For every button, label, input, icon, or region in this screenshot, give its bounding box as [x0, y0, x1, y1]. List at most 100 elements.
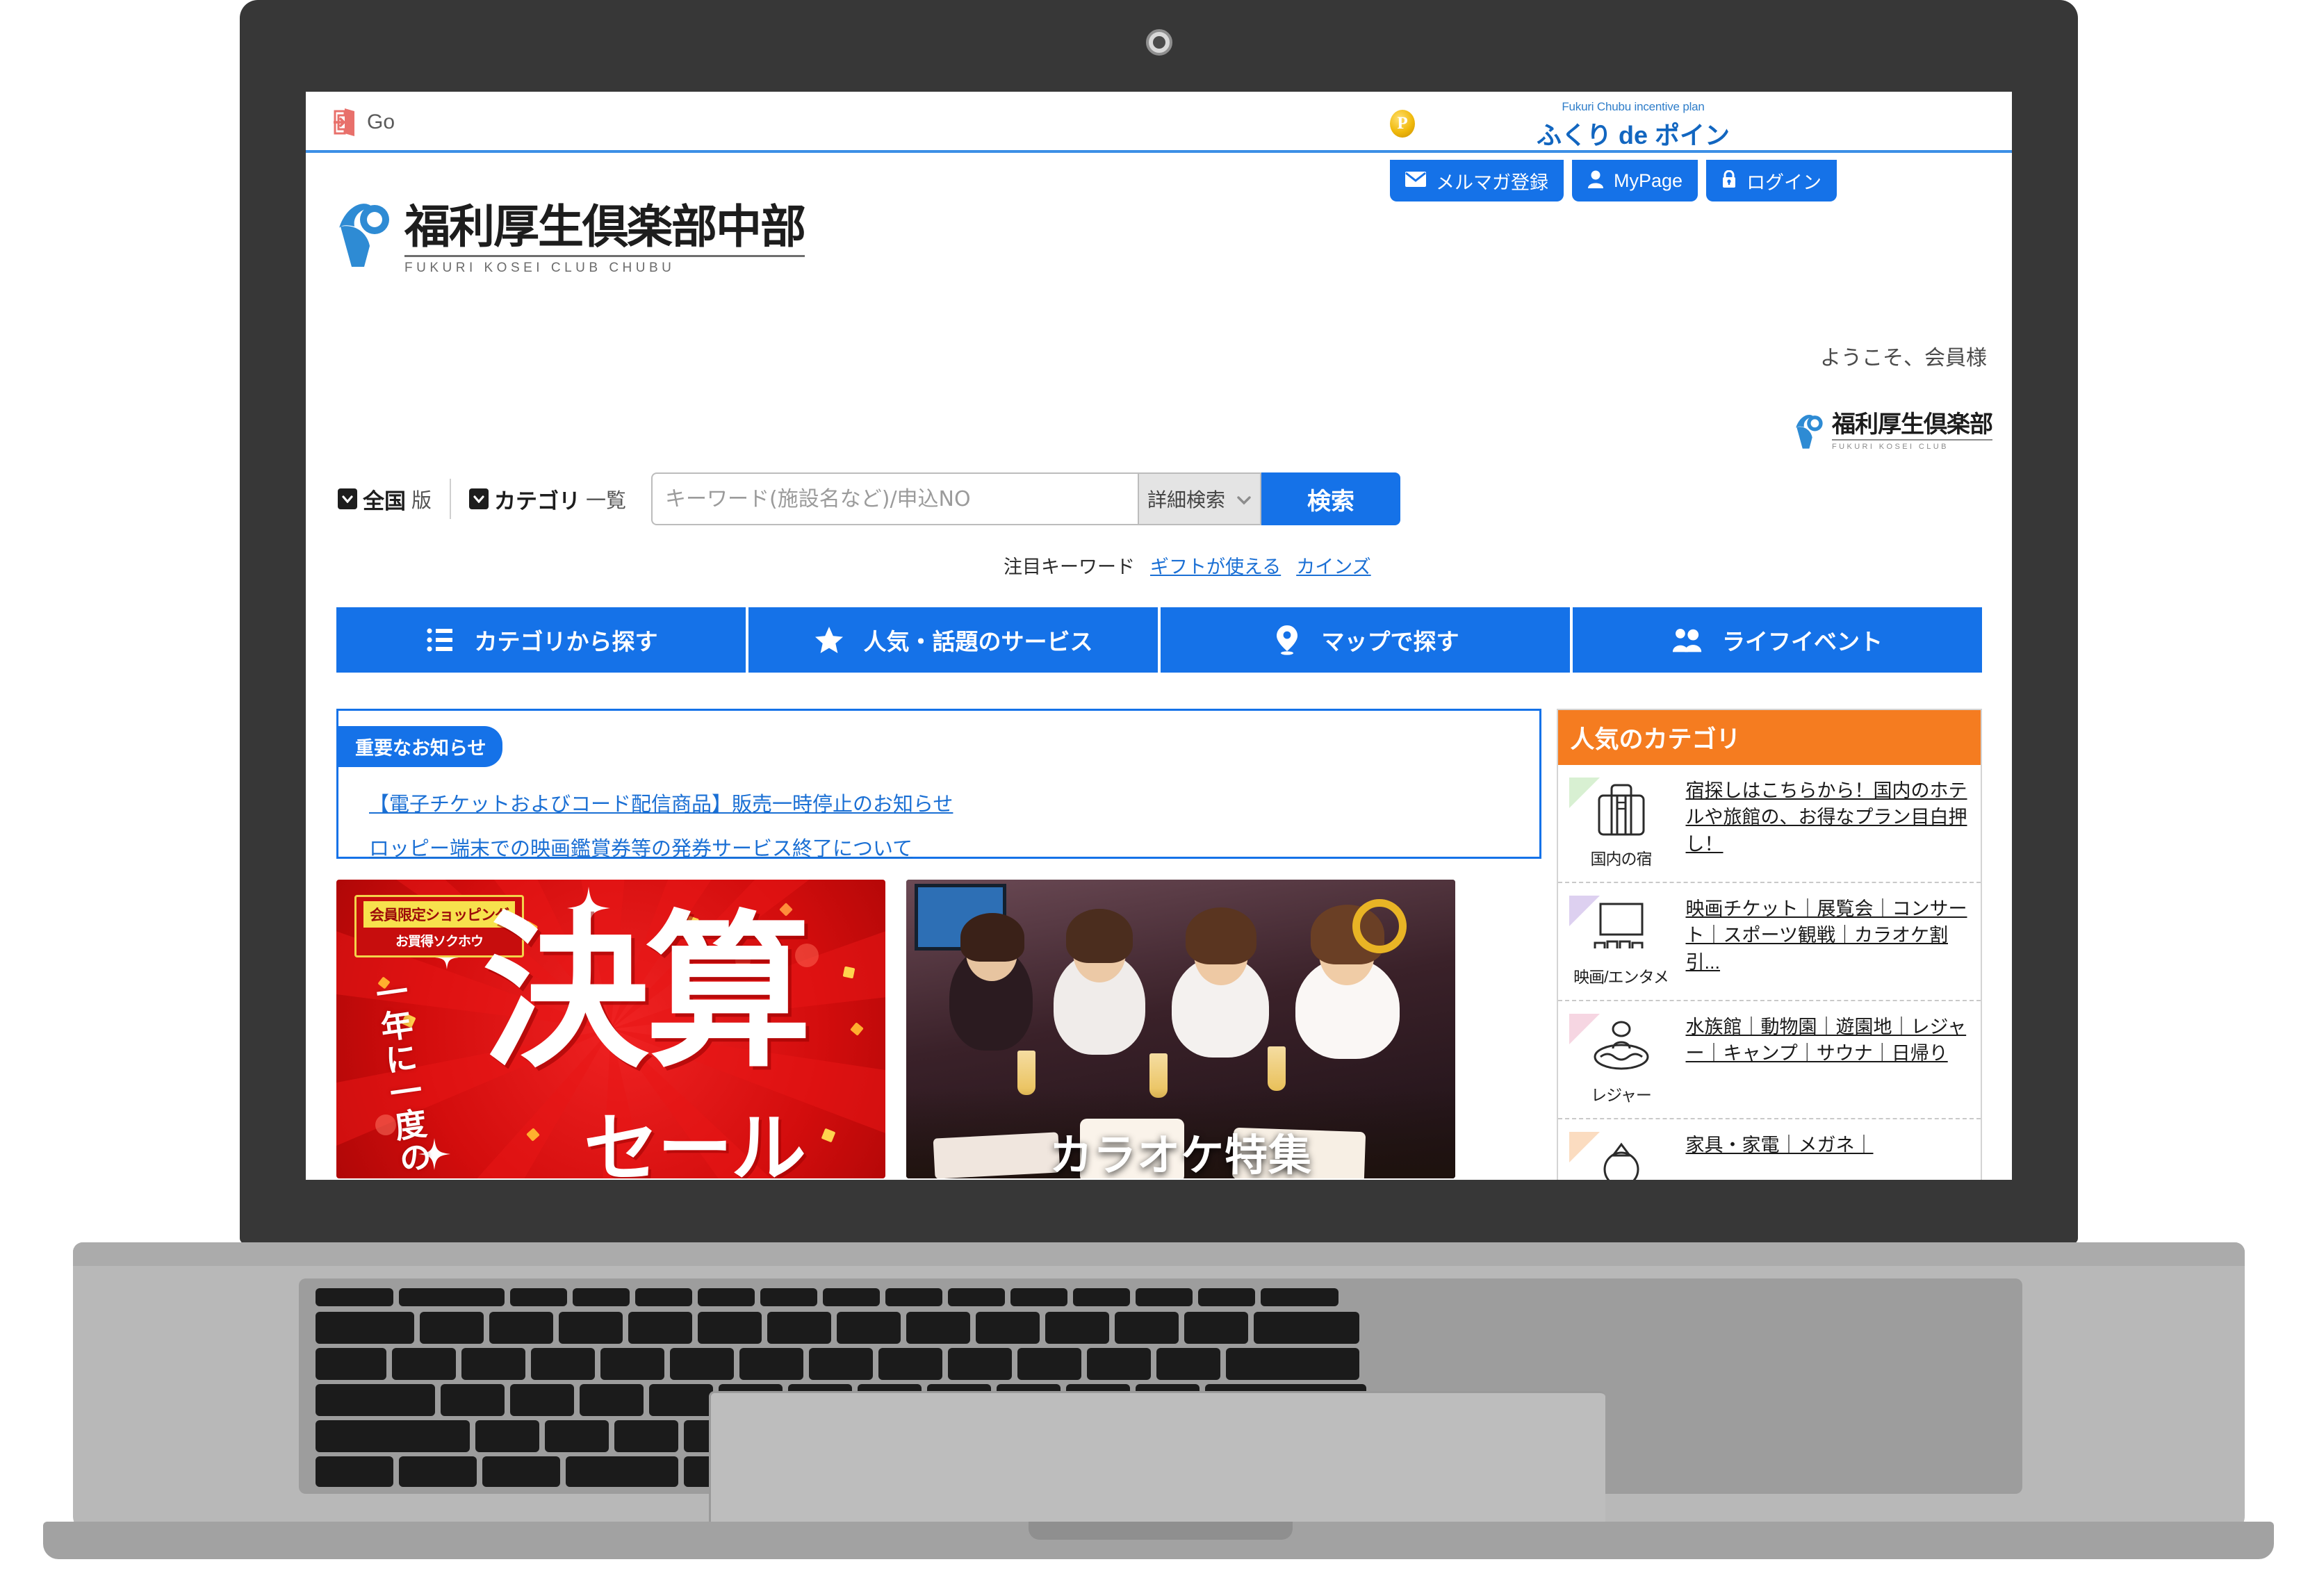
- keyboard-key: [823, 1288, 880, 1306]
- category-item-leisure[interactable]: レジャー 水族館｜動物園｜遊園地｜レジャー｜キャンプ｜サウナ｜日帰り: [1557, 1001, 1981, 1119]
- keyboard-key: [767, 1312, 831, 1344]
- keyboard-key: [1261, 1288, 1338, 1306]
- sub-logo-jp: 福利厚生倶楽部: [1832, 411, 1993, 438]
- point-coin-icon: P: [1390, 110, 1415, 138]
- tambourine-icon: [1352, 899, 1407, 953]
- point-logo-subtitle: Fukuri Chubu incentive plan: [1562, 100, 1705, 113]
- important-notice-badge: 重要なお知らせ: [338, 726, 503, 767]
- keyboard-key: [1045, 1312, 1109, 1344]
- site-logo-text: 福利厚生倶楽部中部 FUKURI KOSEI CLUB CHUBU: [404, 200, 806, 276]
- header-buttons: メルマガ登録 MyPage ログイン: [1390, 160, 1837, 201]
- nav-item-category[interactable]: カテゴリから探す: [336, 607, 746, 673]
- mypage-button[interactable]: MyPage: [1572, 160, 1698, 201]
- trackpad[interactable]: [709, 1391, 1605, 1537]
- keyboard-key: [670, 1348, 734, 1380]
- keyboard-key: [1136, 1288, 1193, 1306]
- sub-logo-text: 福利厚生倶楽部 FUKURI KOSEI CLUB: [1832, 411, 1993, 451]
- keyboard-key: [475, 1420, 539, 1452]
- category-item-text: 家具・家電｜メガネ｜: [1685, 1135, 1874, 1155]
- keyboard-key: [698, 1288, 755, 1306]
- search-input[interactable]: [651, 472, 1138, 525]
- laptop-front-notch: [1029, 1522, 1293, 1540]
- nav-item-life-event[interactable]: ライフイベント: [1573, 607, 1982, 673]
- keyboard-key: [316, 1456, 393, 1487]
- chevron-down-icon: [1236, 488, 1252, 510]
- keyboard-key: [948, 1288, 1005, 1306]
- detail-search-select[interactable]: 詳細検索: [1138, 472, 1262, 525]
- keyboard-key: [628, 1312, 692, 1344]
- people-icon: [1672, 625, 1703, 655]
- category-item-movie-entertainment[interactable]: 映画/エンタメ 映画チケット｜展覧会｜コンサート｜スポーツ観戦｜カラオケ割引..…: [1557, 883, 1981, 1001]
- karaoke-person-hair: [960, 913, 1024, 962]
- welcome-message: ようこそ、会員様: [1820, 347, 1987, 370]
- go-link[interactable]: Go: [329, 107, 395, 138]
- site-logo[interactable]: 福利厚生倶楽部中部 FUKURI KOSEI CLUB CHUBU: [336, 200, 806, 276]
- keyword-link-gift[interactable]: ギフトが使える: [1150, 552, 1281, 579]
- right-column: 人気のカテゴリ 国内の宿 宿探しはこちらから！国内のホテルや旅館の、お得なプラン…: [1556, 709, 1982, 1180]
- category-item-shopping[interactable]: ショッピング 家具・家電｜メガネ｜: [1558, 1119, 1981, 1180]
- karaoke-person-hair: [1066, 909, 1133, 963]
- keyboard-key: [837, 1312, 901, 1344]
- search-submit-button[interactable]: 検索: [1261, 472, 1401, 525]
- left-column: 重要なお知らせ 【電子チケットおよびコード配信商品】販売一時停止のお知らせ ロッ…: [336, 709, 1541, 1180]
- keyboard-key: [1184, 1312, 1248, 1344]
- detail-search-label: 詳細検索: [1147, 489, 1226, 511]
- popular-categories-panel: 人気のカテゴリ 国内の宿 宿探しはこちらから！国内のホテルや旅館の、お得なプラン…: [1556, 709, 1982, 1180]
- keyboard-key: [1156, 1348, 1220, 1380]
- login-button[interactable]: ログイン: [1706, 160, 1837, 201]
- site-logo-en: FUKURI KOSEI CLUB CHUBU: [404, 261, 676, 275]
- region-filter-dropdown[interactable]: 全国版: [338, 484, 432, 515]
- exit-door-icon: [329, 107, 357, 138]
- keyboard-key: [399, 1288, 505, 1306]
- go-label: Go: [367, 110, 395, 133]
- mail-icon: [1405, 171, 1426, 190]
- keyboard-key: [649, 1384, 713, 1416]
- mail-magazine-button[interactable]: メルマガ登録: [1390, 160, 1564, 201]
- category-icon-label: レジャー: [1591, 1086, 1652, 1104]
- notice-link-2[interactable]: ロッピー端末での映画鑑賞券等の発券サービス終了について: [369, 832, 912, 862]
- keyboard-key: [1254, 1312, 1359, 1344]
- keyboard-key: [1198, 1288, 1255, 1306]
- nav-item-life-event-label: ライフイベント: [1722, 629, 1883, 655]
- nav-item-popular-label: 人気・話題のサービス: [863, 629, 1093, 655]
- lock-icon: [1721, 170, 1737, 192]
- fukuri-person-mark-icon: [336, 200, 396, 267]
- search-row: 全国版 カテゴリ一覧 詳細検索: [306, 472, 2012, 525]
- important-notice-box: 重要なお知らせ 【電子チケットおよびコード配信商品】販売一時停止のお知らせ ロッ…: [336, 709, 1541, 862]
- nav-item-map[interactable]: マップで探す: [1161, 607, 1570, 673]
- keyboard-key: [739, 1348, 803, 1380]
- laptop-base-hinge: [73, 1242, 2245, 1266]
- laptop-mockup: Go P Fukuri Chubu incentive plan ふくり de …: [0, 0, 2317, 1596]
- nav-item-popular[interactable]: 人気・話題のサービス: [748, 607, 1158, 673]
- keyboard-key: [399, 1456, 477, 1487]
- keyboard-key: [489, 1312, 553, 1344]
- keyboard-key: [420, 1312, 484, 1344]
- banner-karaoke-feature[interactable]: カラオケ特集: [906, 880, 1455, 1178]
- notice-link-1[interactable]: 【電子チケットおよびコード配信商品】販売一時停止のお知らせ: [369, 788, 953, 817]
- corner-accent: [1569, 1014, 1600, 1044]
- popular-categories-title: 人気のカテゴリ: [1557, 710, 1981, 765]
- keyboard-key: [600, 1348, 664, 1380]
- keyboard-key: [510, 1384, 574, 1416]
- category-item-lodging[interactable]: 国内の宿 宿探しはこちらから！国内のホテルや旅館の、お得なプラン目白押し！: [1557, 765, 1981, 883]
- keyboard-key: [1087, 1348, 1151, 1380]
- user-icon: [1587, 170, 1604, 192]
- keyboard-key: [976, 1312, 1040, 1344]
- keyboard-key: [316, 1312, 414, 1344]
- category-filter-label: カテゴリ: [494, 488, 581, 513]
- keyboard-key: [698, 1312, 762, 1344]
- fukuri-person-mark-small-icon: [1794, 413, 1826, 449]
- region-filter-label: 全国: [363, 488, 406, 513]
- category-filter-dropdown[interactable]: カテゴリ 一覧: [469, 484, 626, 515]
- keyboard-key: [1010, 1288, 1067, 1306]
- chevron-down-icon: [469, 488, 489, 509]
- keyboard-key: [531, 1348, 595, 1380]
- category-icon-wrap: ショッピング: [1569, 1132, 1673, 1180]
- keyboard-key: [566, 1456, 678, 1487]
- keyboard-key: [573, 1288, 630, 1306]
- karaoke-banner-title: カラオケ特集: [1049, 1130, 1312, 1178]
- site-logo-jp: 福利厚生倶楽部中部: [404, 200, 806, 254]
- keyboard-key: [316, 1420, 470, 1452]
- keyword-link-cainz[interactable]: カインズ: [1296, 552, 1370, 579]
- banner-kessan-sale[interactable]: 会員限定ショッピング お買得ソクホウ 一年に一度の 決算 セール: [336, 880, 885, 1178]
